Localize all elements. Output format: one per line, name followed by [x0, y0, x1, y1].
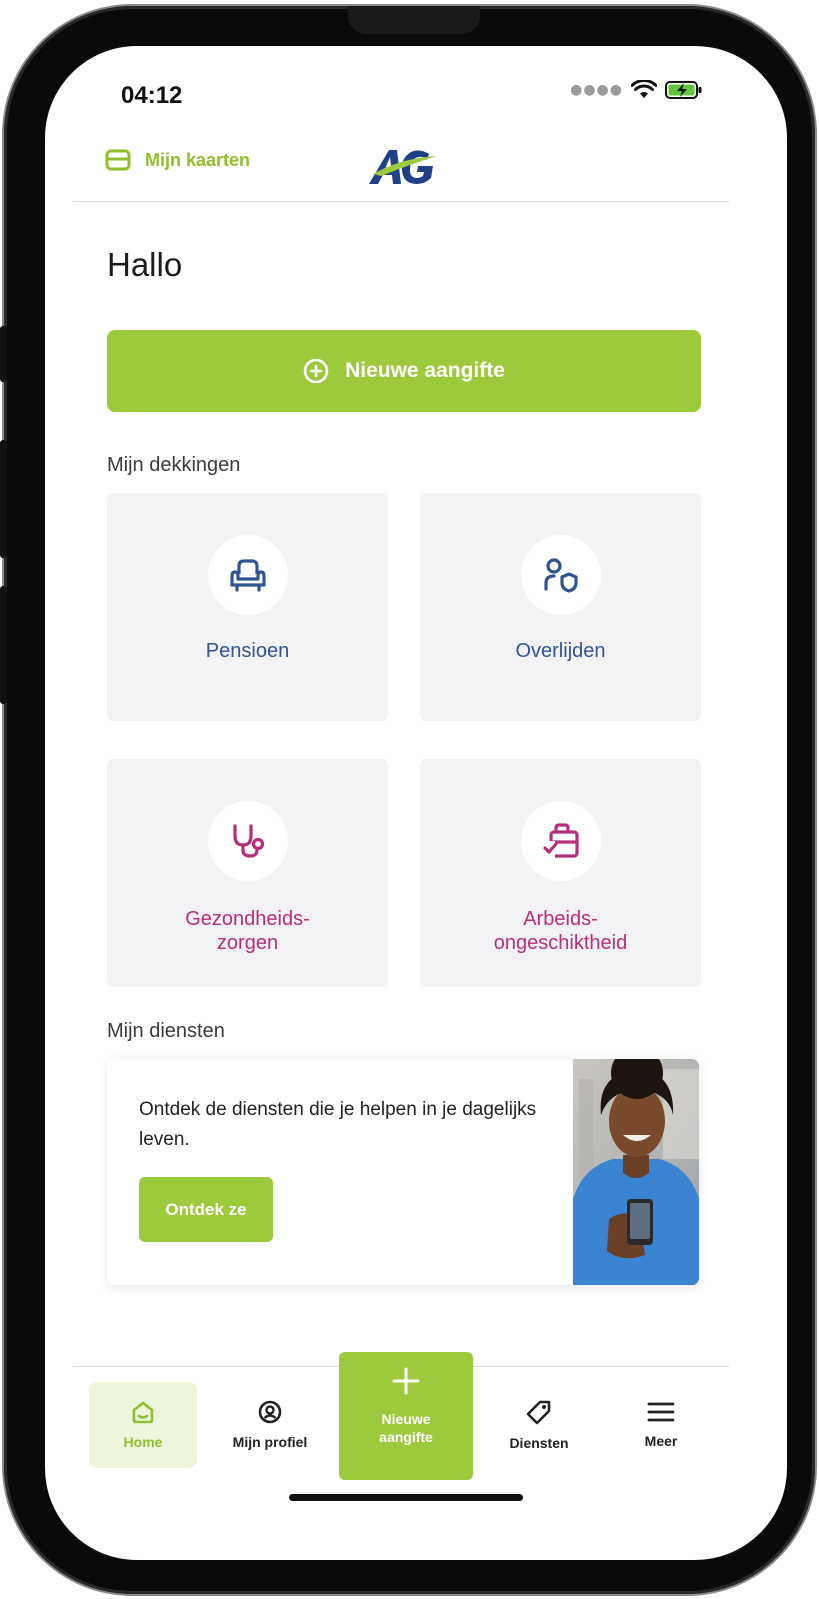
- app-header: Mijn kaarten: [45, 144, 787, 202]
- tile-icon-circle: [521, 801, 601, 881]
- home-indicator[interactable]: [289, 1494, 523, 1501]
- discover-button[interactable]: Ontdek ze: [139, 1177, 273, 1242]
- app-screen: 04:12 ●●●● Mijn kaarten Hallo Nieuwe aan…: [45, 46, 787, 1560]
- tab-label: Mijn profiel: [232, 1434, 308, 1450]
- services-description: Ontdek de diensten die je helpen in je d…: [139, 1099, 537, 1150]
- my-cards-link[interactable]: Mijn kaarten: [105, 149, 250, 171]
- tile-icon-circle: [208, 535, 288, 615]
- tab-label-line2: aangifte: [379, 1429, 433, 1445]
- tab-my-profile[interactable]: Mijn profiel: [215, 1382, 325, 1468]
- tab-label: Diensten: [509, 1435, 569, 1451]
- woman-with-phone-photo: [573, 1059, 699, 1285]
- armchair-icon: [230, 559, 266, 592]
- coverage-label-line2: zorgen: [216, 932, 279, 954]
- tab-home[interactable]: Home: [89, 1382, 197, 1468]
- services-title: Mijn diensten: [107, 1020, 225, 1042]
- services-card: Ontdek de diensten die je helpen in je d…: [107, 1059, 699, 1285]
- tab-label-line1: Nieuwe: [381, 1411, 431, 1427]
- header-divider: [73, 201, 729, 202]
- home-icon: [132, 1401, 154, 1424]
- profile-icon: [258, 1400, 282, 1424]
- signal-icon: ●●●●: [570, 82, 623, 98]
- battery-charging-icon: [665, 81, 702, 99]
- coverage-tile-pensioen[interactable]: Pensioen: [107, 493, 388, 721]
- tab-services[interactable]: Diensten: [489, 1382, 589, 1468]
- volume-down-button: [0, 586, 7, 704]
- tile-icon-circle: [208, 801, 288, 881]
- ag-logo: [369, 150, 437, 184]
- menu-icon: [647, 1402, 675, 1422]
- coverage-tile-overlijden[interactable]: Overlijden: [420, 493, 701, 721]
- tab-more[interactable]: Meer: [611, 1382, 711, 1468]
- greeting-title: Hallo: [107, 246, 183, 283]
- coverage-label: Overlijden: [515, 640, 606, 662]
- coverage-label-line2: ongeschiktheid: [493, 932, 628, 954]
- coverage-label: Arbeids- ongeschiktheid: [420, 907, 701, 955]
- tab-new-claim[interactable]: Nieuwe aangifte: [339, 1352, 473, 1480]
- coverage-label-line1: Arbeids-: [523, 908, 598, 930]
- new-claim-button[interactable]: Nieuwe aangifte: [107, 330, 701, 412]
- coverage-label: Gezondheids- zorgen: [107, 907, 388, 955]
- coverage-label: Pensioen: [205, 640, 290, 662]
- speaker-notch: [348, 6, 480, 34]
- coverage-label-line1: Gezondheids-: [185, 908, 310, 930]
- tab-label: Meer: [644, 1433, 678, 1449]
- volume-up-button: [0, 440, 7, 558]
- coverage-tile-gezondheidszorgen[interactable]: Gezondheids- zorgen: [107, 759, 388, 987]
- tag-icon: [526, 1400, 551, 1425]
- status-indicators: ●●●●: [570, 80, 703, 100]
- tab-label: Home: [123, 1434, 163, 1450]
- plus-circle-icon: [303, 358, 329, 384]
- coverages-title: Mijn dekkingen: [107, 454, 241, 476]
- mute-switch: [0, 326, 7, 382]
- plus-icon: [392, 1367, 420, 1395]
- status-time: 04:12: [121, 82, 183, 109]
- tile-icon-circle: [521, 535, 601, 615]
- my-cards-label: Mijn kaarten: [145, 149, 251, 170]
- briefcase-check-icon: [542, 823, 579, 858]
- stethoscope-icon: [233, 824, 265, 858]
- card-icon: [105, 149, 131, 171]
- person-shield-icon: [544, 558, 578, 593]
- coverage-tile-arbeidsongeschiktheid[interactable]: Arbeids- ongeschiktheid: [420, 759, 701, 987]
- new-claim-label: Nieuwe aangifte: [345, 359, 505, 382]
- wifi-icon: [631, 80, 657, 98]
